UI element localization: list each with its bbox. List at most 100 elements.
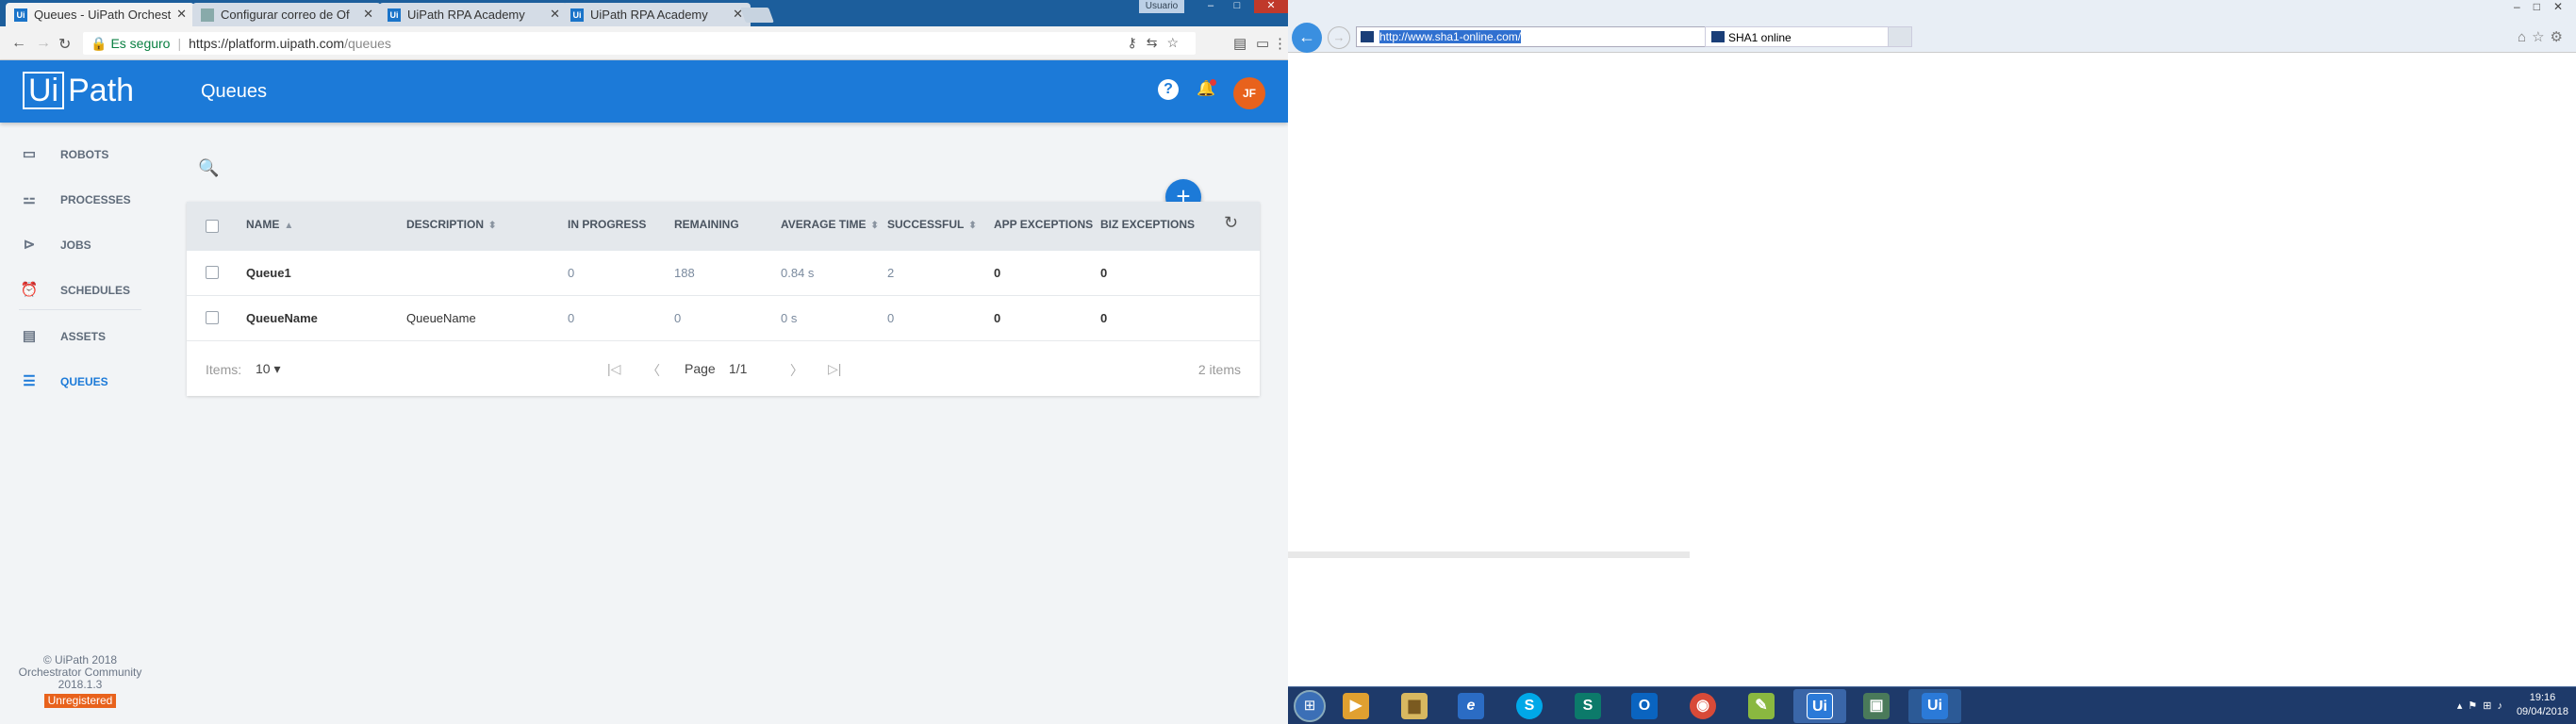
- favorites-star-icon[interactable]: ☆: [2532, 29, 2550, 45]
- taskbar-app-chrome[interactable]: ◉: [1676, 689, 1729, 723]
- home-icon[interactable]: ⌂: [2518, 29, 2532, 45]
- maximize-icon[interactable]: □: [2534, 0, 2553, 13]
- page-size-select[interactable]: 10 ▾: [256, 361, 281, 377]
- tab-rpa-academy-1[interactable]: Ui UiPath RPA Academy ✕: [379, 3, 568, 26]
- column-successful[interactable]: SUCCESSFUL ⬍: [887, 218, 977, 231]
- taskbar-app-outlook[interactable]: O: [1618, 689, 1671, 723]
- notifications-bell-icon[interactable]: 🔔: [1196, 79, 1216, 100]
- explorer-icon: ▆: [1401, 693, 1428, 719]
- page-title: Queues: [201, 81, 268, 102]
- minimize-icon[interactable]: –: [2514, 0, 2534, 13]
- cell-description: QueueName: [406, 311, 476, 325]
- site-favicon-icon: [1361, 31, 1374, 42]
- sidebar-item-label: ASSETS: [60, 330, 107, 343]
- next-page-icon[interactable]: 〉: [790, 361, 803, 380]
- back-button[interactable]: ←: [1292, 23, 1322, 53]
- extension-icon[interactable]: ▤: [1233, 35, 1247, 52]
- ie-window-buttons: –□✕: [2514, 0, 2576, 13]
- ie-tab-sha1[interactable]: SHA1 online ✕: [1705, 26, 1912, 47]
- key-icon[interactable]: ⚷: [1127, 35, 1146, 50]
- taskbar-app-media-player[interactable]: ▶: [1329, 689, 1382, 723]
- cell-name[interactable]: QueueName: [246, 311, 318, 325]
- menu-icon[interactable]: ⋮: [1273, 35, 1287, 52]
- search-icon[interactable]: 🔍: [198, 158, 219, 178]
- table-row[interactable]: Queue1 0 188 0.84 s 2 0 0: [187, 251, 1260, 296]
- close-icon[interactable]: ✕: [550, 7, 560, 22]
- last-page-icon[interactable]: ▷|: [828, 361, 841, 377]
- cast-icon[interactable]: ▭: [1256, 35, 1269, 52]
- new-tab-button[interactable]: [740, 8, 774, 23]
- flag-icon[interactable]: ⚑: [2468, 700, 2483, 712]
- chevron-up-icon[interactable]: ▴: [2457, 700, 2469, 712]
- taskbar-app-skype[interactable]: S: [1503, 689, 1556, 723]
- address-bar[interactable]: 🔒 Es seguro | https://platform.uipath.com/q…: [83, 32, 1196, 55]
- translate-icon[interactable]: ⇆: [1147, 35, 1167, 50]
- column-average-time[interactable]: AVERAGE TIME ⬍: [781, 218, 879, 231]
- close-window-icon[interactable]: ✕: [2553, 0, 2576, 13]
- reload-icon[interactable]: ↻: [58, 35, 71, 54]
- tab-configurar-correo[interactable]: Configurar correo de Of ✕: [192, 3, 381, 26]
- sidebar-item-jobs[interactable]: ⊳ JOBS: [19, 230, 141, 260]
- column-label: NAME: [246, 218, 280, 231]
- close-window-icon[interactable]: ✕: [1254, 0, 1288, 13]
- chrome-icon: ◉: [1690, 693, 1716, 719]
- ie-right-icons: ⌂☆⚙: [2518, 28, 2568, 45]
- refresh-icon[interactable]: ↻: [1224, 213, 1238, 233]
- row-checkbox[interactable]: [206, 266, 219, 279]
- close-icon[interactable]: ✕: [176, 7, 187, 22]
- windows-taskbar: ⊞ ▶ ▆ e S S O ◉ ✎ Ui ▣ Ui ▴⚑⊞♪ 19:16 09/…: [1288, 686, 2576, 724]
- help-icon[interactable]: ?: [1158, 79, 1179, 100]
- cell-name[interactable]: Queue1: [246, 266, 291, 280]
- assets-icon: ▤: [22, 328, 37, 344]
- sidebar-item-queues[interactable]: ☰ QUEUES: [19, 367, 141, 397]
- unregistered-badge[interactable]: Unregistered: [43, 694, 117, 708]
- table-row[interactable]: QueueName QueueName 0 0 0 s 0 0 0: [187, 296, 1260, 341]
- back-icon[interactable]: ←: [11, 35, 26, 52]
- sort-icon: ⬍: [968, 221, 977, 231]
- clock-date: 09/04/2018: [2516, 706, 2568, 717]
- speaker-icon[interactable]: ♪: [2498, 700, 2509, 712]
- ie-address-bar[interactable]: http://www.sha1-online.com/ ⚲↻: [1356, 26, 1742, 47]
- new-tab-button[interactable]: [1888, 26, 1912, 47]
- taskbar-app-uipath-robot[interactable]: Ui: [1908, 689, 1961, 723]
- skype-icon: S: [1516, 693, 1543, 719]
- taskbar-app-uipath-studio[interactable]: Ui: [1793, 689, 1846, 723]
- taskbar-app-remote-desktop[interactable]: ▣: [1850, 689, 1903, 723]
- column-label: DESCRIPTION: [406, 218, 485, 231]
- network-icon[interactable]: ⊞: [2483, 700, 2497, 712]
- maximize-icon[interactable]: □: [1224, 0, 1250, 13]
- uipath-logo[interactable]: Ui Path: [23, 72, 134, 111]
- taskbar-app-ie[interactable]: e: [1445, 689, 1497, 723]
- gear-icon[interactable]: ⚙: [2551, 29, 2568, 45]
- queues-table: NAME ▲ DESCRIPTION ⬍ IN PROGRESS REMAINING…: [187, 202, 1260, 396]
- minimize-icon[interactable]: –: [1197, 0, 1224, 13]
- tab-rpa-academy-2[interactable]: Ui UiPath RPA Academy ✕: [562, 3, 751, 26]
- user-avatar[interactable]: JF: [1233, 77, 1265, 109]
- page-label: Page: [685, 361, 716, 376]
- select-all-checkbox[interactable]: [206, 220, 219, 233]
- taskbar-app-notepad[interactable]: ✎: [1735, 689, 1788, 723]
- taskbar-app-sharepoint[interactable]: S: [1561, 689, 1614, 723]
- sidebar-item-robots[interactable]: ▭ ROBOTS: [19, 140, 141, 170]
- first-page-icon[interactable]: |◁: [607, 361, 620, 377]
- horizontal-scrollbar[interactable]: [1288, 551, 1690, 558]
- ie-url-text[interactable]: http://www.sha1-online.com/: [1379, 30, 1522, 43]
- tab-queues[interactable]: Ui Queues - UiPath Orchest ✕: [6, 3, 194, 26]
- column-description[interactable]: DESCRIPTION ⬍: [406, 218, 496, 231]
- system-clock[interactable]: 19:16 09/04/2018: [2517, 691, 2568, 719]
- taskbar-app-explorer[interactable]: ▆: [1388, 689, 1441, 723]
- column-name[interactable]: NAME ▲: [246, 218, 293, 231]
- sidebar-item-assets[interactable]: ▤ ASSETS: [19, 321, 141, 352]
- cell-app-exceptions: 0: [994, 266, 1001, 280]
- row-checkbox[interactable]: [206, 311, 219, 324]
- close-icon[interactable]: ✕: [363, 7, 373, 22]
- window-user-label: Usuario: [1139, 0, 1184, 13]
- sidebar-item-schedules[interactable]: ⏰ SCHEDULES: [19, 275, 141, 305]
- forward-button[interactable]: →: [1328, 26, 1350, 49]
- star-icon[interactable]: ☆: [1166, 35, 1188, 50]
- forward-icon[interactable]: →: [36, 35, 51, 52]
- sidebar-item-processes[interactable]: ⚍ PROCESSES: [19, 185, 141, 215]
- outlook-icon: O: [1631, 693, 1658, 719]
- start-button[interactable]: ⊞: [1294, 690, 1326, 722]
- prev-page-icon[interactable]: 〈: [647, 361, 660, 380]
